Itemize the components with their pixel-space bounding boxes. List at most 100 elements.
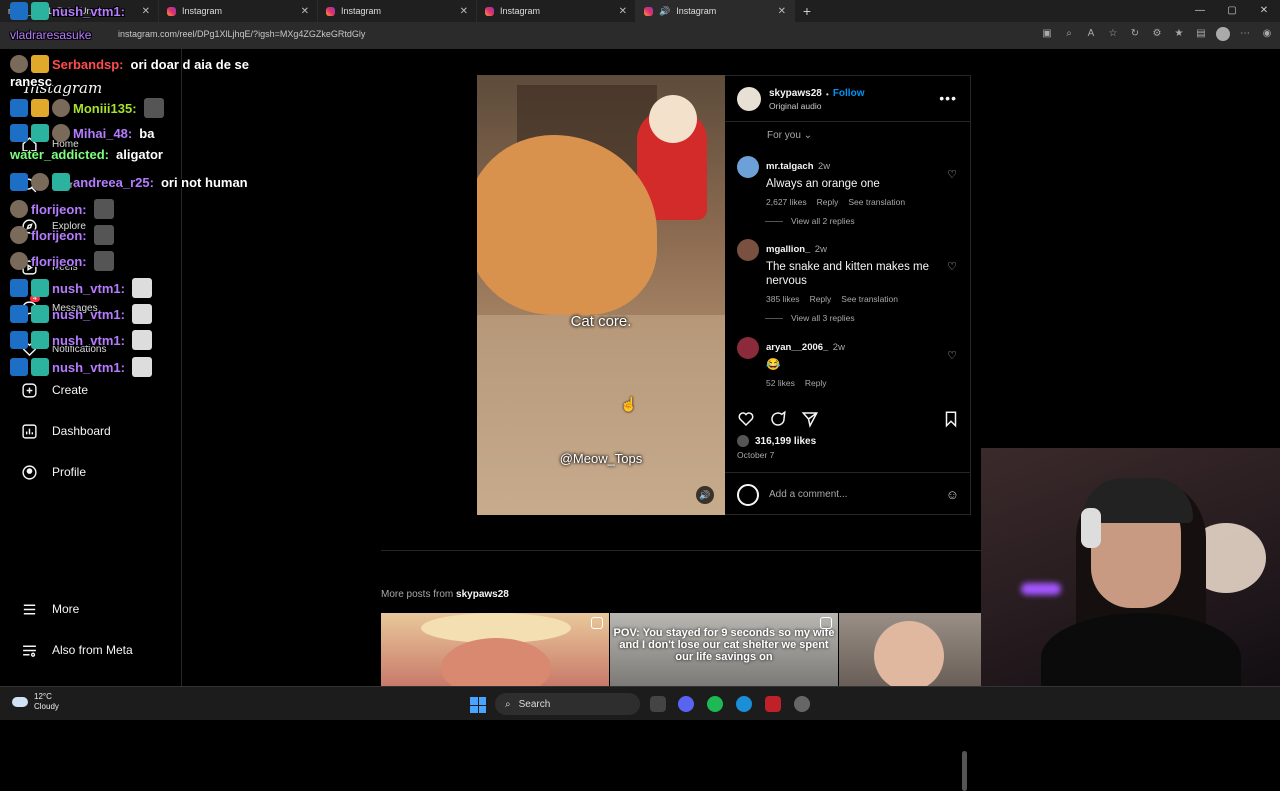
windows-start-icon[interactable] [470, 697, 486, 713]
dot-separator: • [825, 88, 829, 99]
author-avatar[interactable] [737, 87, 761, 111]
author-username[interactable]: skypaws28 [769, 88, 822, 99]
zoom-icon[interactable]: ⌕ [1062, 27, 1076, 41]
thumb-face [874, 621, 944, 686]
more-post-thumb[interactable] [381, 613, 609, 686]
browser-tab[interactable]: Instagram ✕ [477, 0, 636, 22]
tab-close-icon[interactable]: ✕ [460, 6, 468, 17]
tab-close-icon[interactable]: ✕ [301, 6, 309, 17]
sidebar-item-also-from-meta[interactable]: Also from Meta [20, 641, 133, 659]
task-view-icon[interactable] [650, 696, 666, 712]
twitch-badge-icon [10, 331, 28, 349]
chat-line: vladraresasuke [10, 28, 91, 42]
view-replies-button[interactable]: View all 2 replies [765, 216, 855, 226]
commenter-username[interactable]: mgallion_ [766, 244, 810, 255]
more-post-thumb[interactable] [839, 613, 981, 686]
bookmark-icon[interactable] [942, 410, 960, 433]
comment-likes[interactable]: 2,627 likes [766, 197, 807, 207]
more-options-icon[interactable]: ••• [939, 90, 957, 106]
section-divider [381, 550, 981, 551]
close-window-icon[interactable]: ✕ [1248, 0, 1280, 22]
comment-time: 2w [814, 244, 827, 255]
tab-title: Instagram [341, 6, 382, 16]
tab-title: Instagram [182, 6, 223, 16]
video-watermark: @Meow_Tops [559, 451, 643, 466]
comment-likes[interactable]: 52 likes [766, 378, 795, 388]
post-actions [737, 410, 959, 433]
commenter-username[interactable]: aryan__2006_ [766, 342, 828, 353]
sidebar-item-create[interactable]: Create [20, 381, 88, 399]
add-comment-input[interactable] [769, 489, 936, 500]
like-comment-heart-icon[interactable]: ♡ [947, 349, 957, 362]
browser-tab-active[interactable]: 🔊 Instagram ✕ [636, 0, 795, 22]
chat-line: Mihai_48: ba [10, 124, 154, 142]
commenter-avatar[interactable] [737, 337, 759, 359]
taskbar-search[interactable]: ⌕ Search [495, 693, 640, 715]
reel-video[interactable]: Cat core. @Meow_Tops 🔊 [477, 75, 725, 515]
commenter-avatar[interactable] [737, 239, 759, 261]
cat-badge-icon [10, 55, 28, 73]
edge-browser-icon[interactable] [736, 696, 752, 712]
likes-count[interactable]: 316,199 likes [737, 435, 816, 447]
sidebar-item-more[interactable]: More [20, 600, 79, 618]
tab-close-icon[interactable]: ✕ [778, 6, 786, 17]
settings-gear-icon[interactable] [794, 696, 810, 712]
emote-icon [131, 330, 152, 350]
reply-button[interactable]: Reply [810, 294, 832, 304]
thumb-face [441, 638, 551, 686]
url-field[interactable]: instagram.com/reel/DPg1XlLjhqE/?igsh=MXg… [118, 29, 365, 39]
copilot-icon[interactable]: ◉ [1260, 27, 1274, 41]
chat-message: ranesc [10, 74, 52, 89]
see-translation-button[interactable]: See translation [841, 294, 898, 304]
chat-username: florijeon: [31, 227, 87, 243]
more-post-thumb[interactable]: POV: You stayed for 9 seconds so my wife… [610, 613, 838, 686]
comment-bubble-icon[interactable] [769, 410, 787, 433]
see-translation-button[interactable]: See translation [848, 197, 905, 207]
comments-scrollbar[interactable] [962, 126, 967, 791]
extensions-icon[interactable]: ⚙ [1150, 27, 1164, 41]
browser-tab[interactable]: Instagram ✕ [159, 0, 318, 22]
scrollbar-thumb[interactable] [962, 751, 967, 791]
share-send-icon[interactable] [801, 410, 819, 433]
more-posts-user[interactable]: skypaws28 [456, 589, 509, 600]
favorite-star-icon[interactable]: ☆ [1106, 27, 1120, 41]
spotify-icon[interactable] [707, 696, 723, 712]
discord-icon[interactable] [678, 696, 694, 712]
chat-message: ori not human [160, 174, 248, 190]
favorites-icon[interactable]: ★ [1172, 27, 1186, 41]
browser-tab[interactable]: Instagram ✕ [318, 0, 477, 22]
read-aloud-icon[interactable]: A [1084, 27, 1098, 41]
new-tab-icon[interactable]: + [795, 3, 819, 19]
maximize-icon[interactable]: ▢ [1216, 0, 1248, 22]
like-comment-heart-icon[interactable]: ♡ [947, 168, 957, 181]
audio-label[interactable]: Original audio [769, 101, 821, 111]
reply-button[interactable]: Reply [817, 197, 839, 207]
menu-dots-icon[interactable]: ⋯ [1238, 27, 1252, 41]
emoji-icon[interactable]: ☺ [946, 487, 959, 502]
like-comment-heart-icon[interactable]: ♡ [947, 260, 957, 273]
profile-avatar-icon[interactable] [1216, 27, 1230, 41]
comment-likes[interactable]: 385 likes [766, 294, 800, 304]
reply-button[interactable]: Reply [805, 378, 827, 388]
audio-playing-icon[interactable]: 🔊 [659, 6, 670, 17]
view-replies-button[interactable]: View all 3 replies [765, 313, 855, 323]
tab-close-icon[interactable]: ✕ [619, 6, 627, 17]
follow-button[interactable]: Follow [833, 88, 865, 99]
sidebar-item-dashboard[interactable]: Dashboard [20, 422, 111, 440]
cat-badge-icon [10, 252, 28, 270]
like-heart-icon[interactable] [737, 410, 755, 433]
weather-widget[interactable]: 12°C Cloudy [12, 692, 59, 712]
commenter-avatar[interactable] [737, 156, 759, 178]
sound-icon[interactable]: 🔊 [696, 486, 714, 504]
commenter-username[interactable]: mr.talgach [766, 161, 814, 172]
app-icon[interactable] [765, 696, 781, 712]
sub-badge-icon [31, 279, 49, 297]
refresh-icon[interactable]: ↻ [1128, 27, 1142, 41]
minimize-icon[interactable]: — [1184, 0, 1216, 22]
tab-close-icon[interactable]: ✕ [142, 6, 150, 17]
comments-sort-dropdown[interactable]: For you ⌄ [767, 130, 812, 141]
emote-icon [93, 225, 114, 245]
sidebar-item-profile[interactable]: Profile [20, 463, 86, 481]
collections-icon[interactable]: ▤ [1194, 27, 1208, 41]
app-available-icon[interactable]: ▣ [1040, 27, 1054, 41]
